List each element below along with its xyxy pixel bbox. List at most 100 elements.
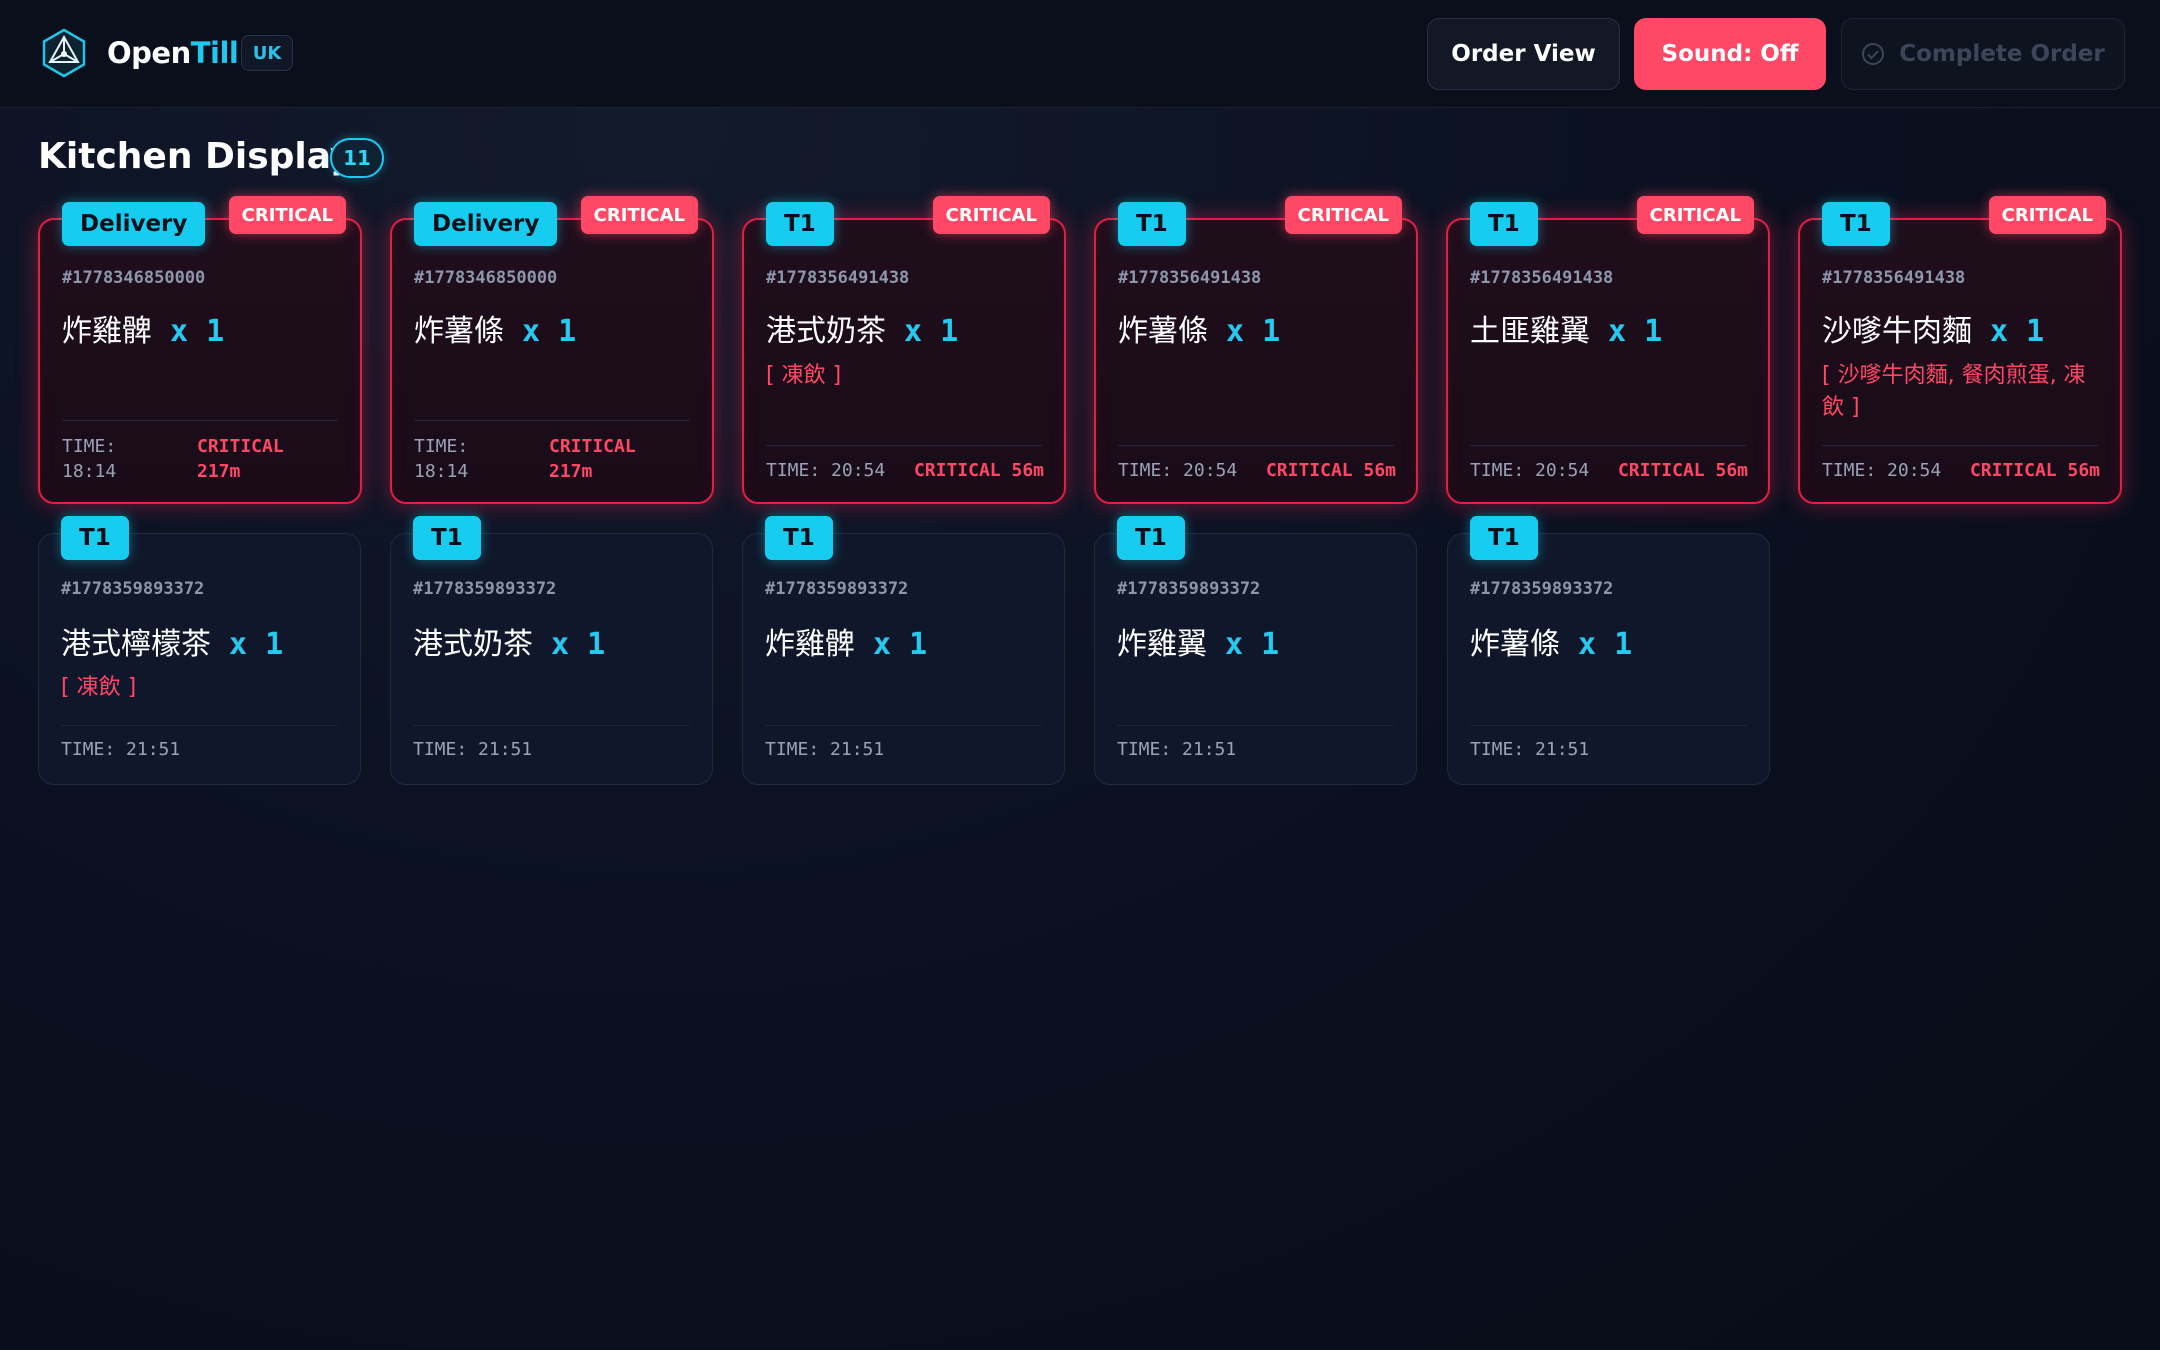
- critical-badge: CRITICAL: [1636, 196, 1754, 234]
- critical-badge: CRITICAL: [1284, 196, 1402, 234]
- item-name: 炸薯條: [1470, 627, 1560, 662]
- ticket-card[interactable]: Delivery CRITICAL #1778346850000 炸薯條 x 1 …: [390, 196, 714, 504]
- order-type-badge: T1: [1118, 202, 1186, 246]
- order-type-badge: T1: [765, 516, 833, 560]
- divider: [765, 725, 1042, 726]
- critical-label: CRITICAL: [549, 436, 636, 457]
- ticket-card[interactable]: T1 CRITICAL #1778356491438 港式奶茶 x 1 [ 凍飲 …: [742, 196, 1066, 504]
- order-type-badge: T1: [61, 516, 129, 560]
- order-view-button[interactable]: Order View: [1427, 18, 1620, 90]
- ticket-count-badge: 11: [330, 138, 384, 178]
- divider: [1118, 445, 1394, 446]
- order-time: TIME: 18:14: [414, 434, 468, 484]
- divider: [61, 725, 338, 726]
- ticket-card[interactable]: T1 #1778359893372 炸薯條 x 1 TIME: 21:51: [1447, 516, 1770, 785]
- ticket-card[interactable]: T1 CRITICAL #1778356491438 沙嗲牛肉麵 x 1 [ 沙嗲…: [1798, 196, 2122, 504]
- divider: [1470, 725, 1747, 726]
- time-value: 18:14: [414, 461, 469, 482]
- critical-elapsed: CRITICAL 56m: [1265, 460, 1396, 481]
- item-line: 炸薯條 x 1: [414, 306, 576, 350]
- order-type-badge: Delivery: [414, 202, 558, 246]
- divider: [1117, 725, 1394, 726]
- ticket-card[interactable]: T1 #1778359893372 炸雞翼 x 1 TIME: 21:51: [1094, 516, 1417, 785]
- critical-elapsed: CRITICAL 56m: [1617, 460, 1748, 481]
- elapsed-minutes: 217m: [549, 461, 593, 482]
- ticket-card[interactable]: T1 #1778359893372 炸雞髀 x 1 TIME: 21:51: [742, 516, 1065, 785]
- item-name: 炸雞翼: [1117, 627, 1207, 662]
- critical-badge: CRITICAL: [932, 196, 1050, 234]
- item-line: 炸雞髀 x 1: [765, 619, 927, 663]
- critical-elapsed: CRITICAL 56m: [913, 460, 1044, 481]
- order-id: #1778359893372: [1117, 579, 1261, 599]
- item-name: 炸薯條: [1118, 314, 1208, 349]
- item-qty: x 1: [904, 314, 959, 349]
- item-line: 炸雞髀 x 1: [62, 306, 224, 350]
- order-time: TIME: 21:51: [765, 739, 885, 760]
- critical-elapsed: CRITICAL 217m: [197, 434, 284, 484]
- elapsed-minutes: 217m: [197, 461, 241, 482]
- order-id: #1778359893372: [1470, 579, 1614, 599]
- critical-badge: CRITICAL: [228, 196, 346, 234]
- item-qty: x 1: [1226, 314, 1281, 349]
- item-name: 土匪雞翼: [1470, 314, 1590, 349]
- item-qty: x 1: [551, 627, 606, 662]
- divider: [766, 445, 1042, 446]
- sound-toggle-button[interactable]: Sound: Off: [1634, 18, 1826, 90]
- divider: [414, 420, 690, 421]
- item-qty: x 1: [522, 314, 577, 349]
- order-type-badge: T1: [1117, 516, 1185, 560]
- item-name: 港式檸檬茶: [61, 627, 211, 662]
- item-name: 沙嗲牛肉麵: [1822, 314, 1972, 349]
- ticket-card[interactable]: Delivery CRITICAL #1778346850000 炸雞髀 x 1 …: [38, 196, 362, 504]
- item-line: 炸薯條 x 1: [1118, 306, 1280, 350]
- item-name: 炸雞髀: [765, 627, 855, 662]
- item-qty: x 1: [1608, 314, 1663, 349]
- order-time: TIME: 21:51: [1470, 739, 1590, 760]
- ticket-card[interactable]: T1 CRITICAL #1778356491438 土匪雞翼 x 1 TIME:…: [1446, 196, 1770, 504]
- complete-order-label: Complete Order: [1899, 41, 2105, 67]
- item-qty: x 1: [229, 627, 284, 662]
- item-line: 港式檸檬茶 x 1: [61, 619, 283, 663]
- item-qty: x 1: [1225, 627, 1280, 662]
- order-time: TIME: 18:14: [62, 434, 116, 484]
- ticket-card[interactable]: T1 #1778359893372 港式檸檬茶 x 1 [ 凍飲 ] TIME: …: [38, 516, 361, 785]
- order-type-badge: T1: [1822, 202, 1890, 246]
- order-time: TIME: 20:54: [1470, 460, 1590, 481]
- order-id: #1778346850000: [414, 268, 558, 288]
- item-qty: x 1: [873, 627, 928, 662]
- order-id: #1778356491438: [1118, 268, 1262, 288]
- complete-order-button[interactable]: Complete Order: [1841, 18, 2125, 90]
- item-name: 港式奶茶: [766, 314, 886, 349]
- check-circle-icon: [1862, 43, 1885, 65]
- ticket-card[interactable]: T1 #1778359893372 港式奶茶 x 1 TIME: 21:51: [390, 516, 713, 785]
- order-id: #1778359893372: [61, 579, 205, 599]
- item-note: [ 凍飲 ]: [766, 363, 842, 388]
- time-label: TIME:: [62, 436, 117, 457]
- logo-till-text: Till: [190, 36, 239, 70]
- item-note: [ 凍飲 ]: [61, 675, 137, 700]
- order-time: TIME: 21:51: [1117, 739, 1237, 760]
- order-type-badge: T1: [1470, 516, 1538, 560]
- order-id: #1778356491438: [766, 268, 910, 288]
- order-time: TIME: 21:51: [61, 739, 181, 760]
- item-qty: x 1: [170, 314, 225, 349]
- time-value: 18:14: [62, 461, 117, 482]
- order-time: TIME: 21:51: [413, 739, 533, 760]
- item-name: 炸薯條: [414, 314, 504, 349]
- item-line: 港式奶茶 x 1: [413, 619, 605, 663]
- item-qty: x 1: [1578, 627, 1633, 662]
- order-id: #1778356491438: [1470, 268, 1614, 288]
- ticket-card[interactable]: T1 CRITICAL #1778356491438 炸薯條 x 1 TIME: …: [1094, 196, 1418, 504]
- divider: [62, 420, 338, 421]
- app-logo-text: OpenTill: [107, 36, 239, 70]
- order-type-badge: T1: [766, 202, 834, 246]
- item-line: 炸薯條 x 1: [1470, 619, 1632, 663]
- critical-badge: CRITICAL: [580, 196, 698, 234]
- item-line: 沙嗲牛肉麵 x 1: [1822, 306, 2044, 350]
- order-type-badge: T1: [413, 516, 481, 560]
- order-id: #1778356491438: [1822, 268, 1966, 288]
- order-type-badge: T1: [1470, 202, 1538, 246]
- top-bar: OpenTill UK Order View Sound: Off Comple…: [0, 0, 2160, 108]
- divider: [1822, 445, 2098, 446]
- order-type-badge: Delivery: [62, 202, 206, 246]
